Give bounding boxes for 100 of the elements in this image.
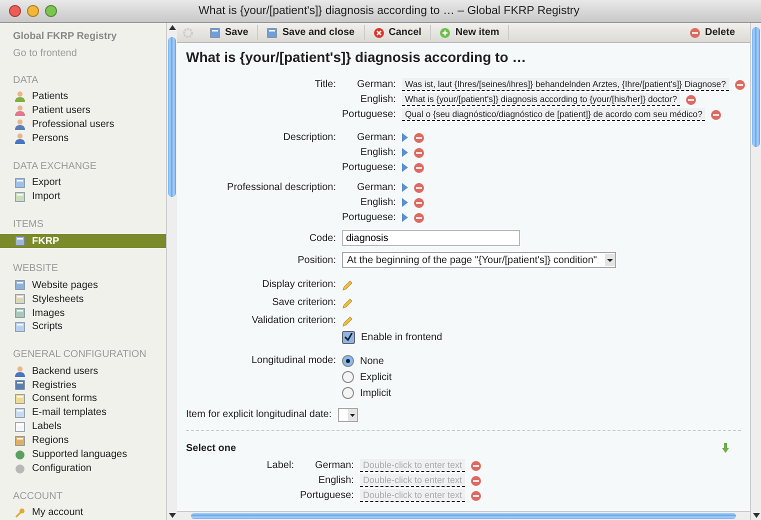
remove-icon[interactable]	[414, 132, 424, 142]
language-label: English:	[359, 93, 396, 107]
sidebar-item[interactable]: Patients	[0, 90, 166, 104]
sidebar-item[interactable]: Backend users	[0, 364, 166, 378]
person-icon	[15, 119, 25, 130]
sidebar-item[interactable]: My account	[0, 506, 166, 520]
sidebar-item[interactable]: Consent forms	[0, 392, 166, 406]
field-label: Code:	[308, 232, 336, 246]
sidebar-item[interactable]: Persons	[0, 132, 166, 146]
language-label: German:	[356, 78, 396, 92]
language-label: Portuguese:	[342, 161, 396, 175]
remove-icon[interactable]	[414, 182, 424, 192]
field-label: Validation criterion:	[250, 314, 336, 328]
language-label: Portuguese:	[342, 211, 396, 225]
sidebar-item[interactable]: Patient users	[0, 104, 166, 118]
remove-icon[interactable]	[414, 198, 424, 208]
sidebar-item[interactable]: Website pages	[0, 278, 166, 292]
cancel-icon	[374, 28, 384, 38]
section-heading: DATA EXCHANGE	[12, 160, 98, 174]
scroll-down-icon[interactable]	[752, 511, 760, 519]
zoom-button[interactable]	[45, 5, 57, 17]
scrollbar[interactable]	[166, 23, 177, 520]
sidebar-item[interactable]: Scripts	[0, 320, 166, 334]
language-label: German:	[356, 181, 396, 195]
checkbox[interactable]	[342, 331, 355, 344]
remove-icon[interactable]	[686, 94, 696, 104]
language-label: English:	[317, 474, 354, 488]
sidebar-item[interactable]: Stylesheets	[0, 292, 166, 306]
section-heading: ACCOUNT	[12, 490, 64, 504]
delete-button[interactable]: Delete	[680, 25, 744, 40]
pencil-icon[interactable]	[342, 298, 353, 308]
field-label: Position:	[296, 254, 336, 268]
section-heading: GENERAL CONFIGURATION	[12, 348, 148, 362]
field-label: Description:	[282, 131, 336, 145]
sidebar-item[interactable]: Export	[0, 176, 166, 190]
field-label: Professional description:	[226, 181, 336, 195]
radio-button[interactable]	[342, 387, 354, 399]
field-label: Longitudinal mode:	[250, 354, 336, 368]
radio-button[interactable]	[342, 371, 354, 383]
title-text[interactable]: Was ist, laut {Ihres/[seines/ihres]} behandelnden Arztes, {Ihre/[patient's]} Diagnose?	[402, 78, 729, 91]
sidebar-item[interactable]: Import	[0, 190, 166, 204]
sidebar-item[interactable]: Supported languages	[0, 448, 166, 462]
save-icon	[267, 28, 278, 38]
language-label: Portuguese:	[300, 489, 354, 503]
down-arrow-icon[interactable]	[722, 443, 729, 453]
field-label: Title:	[314, 78, 336, 92]
sidebar-item[interactable]: Registries	[0, 378, 166, 392]
remove-icon[interactable]	[470, 476, 481, 486]
minimize-button[interactable]	[27, 5, 39, 17]
field-label: Item for explicit longitudinal date:	[186, 408, 332, 422]
remove-icon[interactable]	[470, 460, 481, 470]
remove-icon[interactable]	[414, 162, 424, 172]
window-title: What is {your/[patient's]} diagnosis according to … – Global FKRP Registry	[197, 5, 581, 17]
sidebar-item[interactable]: Regions	[0, 434, 166, 448]
save-icon	[210, 28, 220, 38]
remove-icon[interactable]	[734, 80, 745, 90]
person-icon	[15, 366, 25, 377]
sidebar-item[interactable]: Configuration	[0, 462, 166, 476]
title-text[interactable]: Qual o {seu diagnóstico/diagnóstico de [patient]} de acordo com seu médico?	[402, 108, 706, 121]
sidebar-item[interactable]: E-mail templates	[0, 406, 166, 420]
remove-icon[interactable]	[470, 490, 481, 500]
scrollbar[interactable]	[750, 23, 761, 520]
sidebar-item[interactable]: Professional users	[0, 118, 166, 132]
section-heading: Select one	[186, 443, 236, 454]
toolbar-button[interactable]: New item	[431, 25, 510, 40]
scroll-thumb[interactable]	[752, 27, 760, 147]
app-title: Global FKRP Registry	[12, 31, 118, 42]
language-label: German:	[356, 131, 396, 145]
scroll-thumb[interactable]	[168, 37, 176, 197]
radio-button[interactable]	[342, 355, 354, 367]
radio-label: Implicit	[360, 388, 392, 398]
code-field[interactable]: diagnosis	[342, 230, 520, 246]
pencil-icon[interactable]	[342, 316, 353, 326]
toolbar-button[interactable]: Save and close	[258, 25, 365, 40]
date-item-dropdown[interactable]	[338, 408, 358, 422]
pencil-icon[interactable]	[342, 280, 353, 290]
sidebar-item[interactable]: Images	[0, 306, 166, 320]
field-label: Save criterion:	[271, 296, 336, 310]
key-icon	[15, 508, 25, 518]
person-icon	[15, 133, 25, 144]
remove-icon	[690, 28, 700, 38]
section-heading: ITEMS	[12, 218, 45, 232]
title-text[interactable]: What is {your/[patient's]} diagnosis according to {your/[his/her]} doctor?	[402, 93, 680, 106]
person-icon	[15, 91, 25, 102]
radio-label: Explicit	[360, 372, 392, 382]
language-label: German:	[314, 459, 354, 473]
language-label: Portuguese:	[342, 108, 396, 122]
scrollbar[interactable]	[177, 511, 750, 520]
scroll-thumb[interactable]	[191, 513, 736, 519]
toolbar-button[interactable]: Save	[201, 25, 258, 40]
sidebar-item[interactable]: FKRP	[0, 234, 166, 248]
remove-icon[interactable]	[711, 110, 722, 120]
section-heading: WEBSITE	[12, 262, 60, 276]
toolbar-button[interactable]: Cancel	[364, 25, 432, 40]
close-button[interactable]	[9, 5, 21, 17]
sidebar-item[interactable]: Labels	[0, 420, 166, 434]
person-icon	[15, 105, 25, 116]
remove-icon[interactable]	[414, 212, 424, 222]
remove-icon[interactable]	[414, 148, 424, 158]
position-dropdown[interactable]: At the beginning of the page "{Your/[patient's]} condition"	[342, 252, 616, 268]
